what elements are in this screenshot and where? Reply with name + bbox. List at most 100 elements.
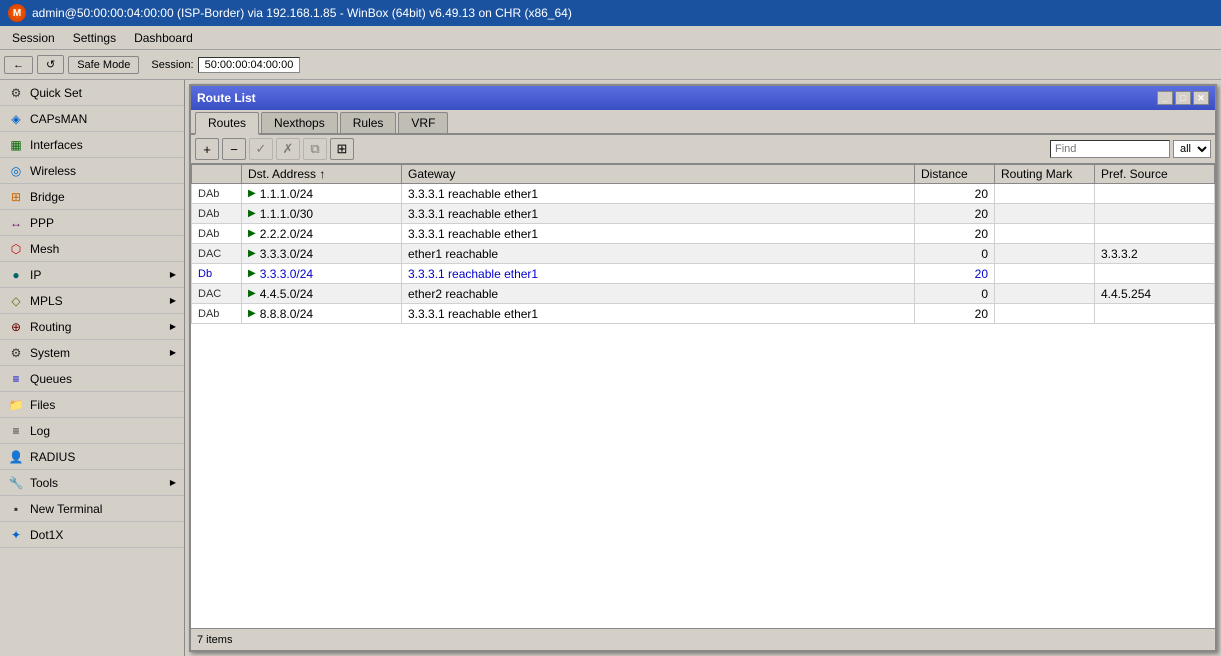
cell-routing-mark-2 (995, 224, 1095, 244)
dot1x-icon: ✦ (8, 527, 24, 543)
filter-button[interactable]: ⊞ (330, 138, 354, 160)
table-row[interactable]: DAb▶8.8.8.0/243.3.3.1 reachable ether120 (192, 304, 1215, 324)
minimize-button[interactable]: _ (1157, 91, 1173, 105)
sidebar-item-system[interactable]: ⚙System (0, 340, 184, 366)
cell-distance-6: 20 (915, 304, 995, 324)
ppp-icon: ↔ (8, 215, 24, 231)
interfaces-icon: ▦ (8, 137, 24, 153)
cell-routing-mark-3 (995, 244, 1095, 264)
wireless-icon: ◎ (8, 163, 24, 179)
table-row[interactable]: DAC▶4.4.5.0/24ether2 reachable04.4.5.254 (192, 284, 1215, 304)
log-label: Log (30, 424, 50, 438)
routing-label: Routing (30, 320, 71, 334)
radius-icon: 👤 (8, 449, 24, 465)
files-label: Files (30, 398, 55, 412)
new-terminal-icon: ▪ (8, 501, 24, 517)
sidebar-item-dot1x[interactable]: ✦ Dot1X (0, 522, 184, 548)
uncheck-button[interactable]: ✗ (276, 138, 300, 160)
quick-set-icon: ⚙ (8, 85, 24, 101)
copy-button[interactable]: ⧉ (303, 138, 327, 160)
remove-route-button[interactable]: − (222, 138, 246, 160)
sidebar-item-bridge[interactable]: ⊞Bridge (0, 184, 184, 210)
tab-bar: RoutesNexthopsRulesVRF (191, 110, 1215, 135)
cell-gateway-0: 3.3.3.1 reachable ether1 (402, 184, 915, 204)
tools-icon: 🔧 (8, 475, 24, 491)
cell-routing-mark-4 (995, 264, 1095, 284)
bridge-label: Bridge (30, 190, 65, 204)
sidebar-item-files[interactable]: 📁Files (0, 392, 184, 418)
find-input[interactable] (1050, 140, 1170, 158)
tab-rules[interactable]: Rules (340, 112, 397, 133)
cell-gateway-1: 3.3.3.1 reachable ether1 (402, 204, 915, 224)
sidebar-item-new-terminal[interactable]: ▪ New Terminal (0, 496, 184, 522)
sidebar-item-mpls[interactable]: ◇MPLS (0, 288, 184, 314)
route-toolbar: + − ✓ ✗ ⧉ ⊞ all (191, 135, 1215, 164)
col-header-gateway[interactable]: Gateway (402, 165, 915, 184)
table-row[interactable]: Db▶3.3.3.0/243.3.3.1 reachable ether120 (192, 264, 1215, 284)
sidebar-item-quick-set[interactable]: ⚙ Quick Set (0, 80, 184, 106)
table-row[interactable]: DAb▶1.1.1.0/303.3.3.1 reachable ether120 (192, 204, 1215, 224)
sidebar-item-tools[interactable]: 🔧Tools (0, 470, 184, 496)
mesh-icon: ⬡ (8, 241, 24, 257)
item-count: 7 items (197, 634, 232, 646)
menu-settings[interactable]: Settings (65, 29, 124, 47)
tab-vrf[interactable]: VRF (398, 112, 448, 133)
sidebar-item-interfaces[interactable]: ▦Interfaces (0, 132, 184, 158)
tab-routes[interactable]: Routes (195, 112, 259, 135)
check-button[interactable]: ✓ (249, 138, 273, 160)
safemode-button[interactable]: Safe Mode (68, 56, 139, 74)
col-header-routing-mark[interactable]: Routing Mark (995, 165, 1095, 184)
app-toolbar: ← ↺ Safe Mode Session: 50:00:00:04:00:00 (0, 50, 1221, 80)
table-row[interactable]: DAb▶2.2.2.0/243.3.3.1 reachable ether120 (192, 224, 1215, 244)
wireless-label: Wireless (30, 164, 76, 178)
sidebar-item-capsman[interactable]: ◈CAPsMAN (0, 106, 184, 132)
dot1x-label: Dot1X (30, 528, 63, 542)
status-bar: 7 items (191, 628, 1215, 650)
cell-flag-3: DAC (192, 244, 242, 264)
cell-distance-0: 20 (915, 184, 995, 204)
add-route-button[interactable]: + (195, 138, 219, 160)
col-header-dst[interactable]: Dst. Address ↑ (242, 165, 402, 184)
table-header-row: Dst. Address ↑ Gateway Distance Routing … (192, 165, 1215, 184)
sidebar-item-ppp[interactable]: ↔PPP (0, 210, 184, 236)
table-row[interactable]: DAC▶3.3.3.0/24ether1 reachable03.3.3.2 (192, 244, 1215, 264)
capsman-icon: ◈ (8, 111, 24, 127)
sidebar-item-ip[interactable]: ● IP (0, 262, 184, 288)
window-controls: _ □ ✕ (1157, 91, 1209, 105)
col-header-pref-source[interactable]: Pref. Source (1095, 165, 1215, 184)
sidebar-item-queues[interactable]: ≡Queues (0, 366, 184, 392)
title-text: admin@50:00:00:04:00:00 (ISP-Border) via… (32, 6, 572, 20)
cell-flag-4: Db (192, 264, 242, 284)
col-header-flag[interactable] (192, 165, 242, 184)
sidebar-item-wireless[interactable]: ◎ Wireless (0, 158, 184, 184)
back-button[interactable]: ← (4, 56, 33, 74)
cell-distance-3: 0 (915, 244, 995, 264)
tab-nexthops[interactable]: Nexthops (261, 112, 338, 133)
sidebar-item-routing[interactable]: ⊕Routing (0, 314, 184, 340)
mesh-label: Mesh (30, 242, 59, 256)
menu-session[interactable]: Session (4, 29, 63, 47)
window-titlebar: Route List _ □ ✕ (191, 86, 1215, 110)
sidebar-item-log[interactable]: ≡Log (0, 418, 184, 444)
sidebar: ⚙ Quick Set ◈CAPsMAN▦Interfaces ◎ Wireless ⊞B… (0, 80, 185, 656)
sidebar-item-mesh[interactable]: ⬡ Mesh (0, 236, 184, 262)
maximize-button[interactable]: □ (1175, 91, 1191, 105)
title-bar: M admin@50:00:00:04:00:00 (ISP-Border) v… (0, 0, 1221, 26)
close-button[interactable]: ✕ (1193, 91, 1209, 105)
find-select[interactable]: all (1173, 140, 1211, 158)
new-terminal-label: New Terminal (30, 502, 102, 516)
refresh-button[interactable]: ↺ (37, 55, 64, 74)
sidebar-item-radius[interactable]: 👤RADIUS (0, 444, 184, 470)
cell-gateway-3: ether1 reachable (402, 244, 915, 264)
menu-dashboard[interactable]: Dashboard (126, 29, 201, 47)
cell-gateway-2: 3.3.3.1 reachable ether1 (402, 224, 915, 244)
cell-routing-mark-0 (995, 184, 1095, 204)
ip-icon: ● (8, 267, 24, 283)
quick-set-label: Quick Set (30, 86, 82, 100)
col-header-distance[interactable]: Distance (915, 165, 995, 184)
system-label: System (30, 346, 70, 360)
cell-flag-6: DAb (192, 304, 242, 324)
table-row[interactable]: DAb▶1.1.1.0/243.3.3.1 reachable ether120 (192, 184, 1215, 204)
ip-label: IP (30, 268, 41, 282)
cell-pref-source-4 (1095, 264, 1215, 284)
